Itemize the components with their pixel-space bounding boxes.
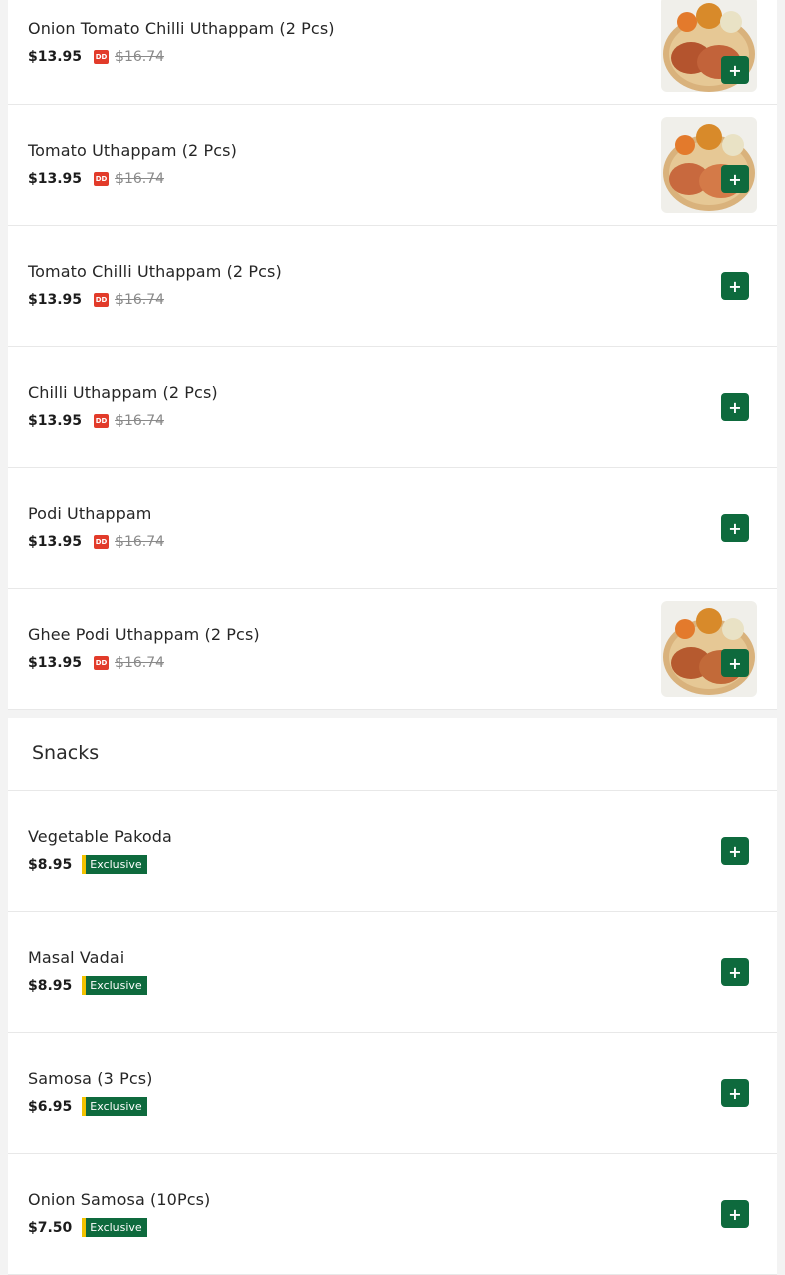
add-button[interactable]: +: [721, 514, 749, 542]
menu-item[interactable]: Ghee Podi Uthappam (2 Pcs) $13.95 DD $16…: [8, 589, 777, 710]
item-name: Tomato Chilli Uthappam (2 Pcs): [28, 262, 282, 281]
dd-badge: DD: [94, 293, 110, 307]
menu-item[interactable]: Tomato Uthappam (2 Pcs) $13.95 DD $16.74…: [8, 105, 777, 226]
item-price: $13.95: [28, 413, 83, 429]
item-price: $7.50: [28, 1219, 73, 1236]
price-row: $8.95 Exclusive: [28, 976, 147, 995]
plus-icon: +: [728, 1083, 742, 1103]
original-price: $16.74: [115, 49, 165, 65]
menu-item[interactable]: Podi Uthappam $13.95 DD $16.74 +: [8, 468, 777, 589]
item-name: Chilli Uthappam (2 Pcs): [28, 383, 218, 402]
menu-list: Onion Tomato Chilli Uthappam (2 Pcs) $13…: [8, 0, 777, 1275]
item-name: Samosa (3 Pcs): [28, 1069, 153, 1088]
menu-item[interactable]: Samosa (3 Pcs) $6.95 Exclusive +: [8, 1033, 777, 1154]
exclusive-badge: Exclusive: [82, 855, 147, 874]
item-price: $13.95: [28, 534, 83, 550]
add-button[interactable]: +: [721, 56, 749, 84]
item-name: Masal Vadai: [28, 948, 125, 967]
add-button[interactable]: +: [721, 958, 749, 986]
original-price: $16.74: [115, 171, 165, 187]
item-name: Vegetable Pakoda: [28, 827, 172, 846]
exclusive-badge: Exclusive: [82, 1218, 147, 1237]
plus-icon: +: [728, 397, 742, 417]
item-price: $8.95: [28, 977, 73, 994]
price-row: $13.95 DD $16.74: [28, 292, 164, 308]
price-row: $13.95 DD $16.74: [28, 534, 164, 550]
dd-badge: DD: [94, 535, 110, 549]
section-title: Snacks: [32, 742, 100, 764]
price-row: $13.95 DD $16.74: [28, 49, 164, 65]
item-name: Onion Tomato Chilli Uthappam (2 Pcs): [28, 19, 335, 38]
dd-badge: DD: [94, 656, 110, 670]
plus-icon: +: [728, 276, 742, 296]
add-button[interactable]: +: [721, 837, 749, 865]
menu-item[interactable]: Masal Vadai $8.95 Exclusive +: [8, 912, 777, 1033]
menu-item[interactable]: Onion Tomato Chilli Uthappam (2 Pcs) $13…: [8, 0, 777, 105]
item-price: $6.95: [28, 1098, 73, 1115]
item-price: $8.95: [28, 856, 73, 873]
item-price: $13.95: [28, 171, 83, 187]
plus-icon: +: [728, 60, 742, 80]
price-row: $6.95 Exclusive: [28, 1097, 147, 1116]
item-price: $13.95: [28, 655, 83, 671]
original-price: $16.74: [115, 534, 165, 550]
price-row: $8.95 Exclusive: [28, 855, 147, 874]
plus-icon: +: [728, 841, 742, 861]
add-button[interactable]: +: [721, 1079, 749, 1107]
dd-badge: DD: [94, 172, 110, 186]
price-row: $13.95 DD $16.74: [28, 655, 164, 671]
menu-item[interactable]: Chilli Uthappam (2 Pcs) $13.95 DD $16.74…: [8, 347, 777, 468]
plus-icon: +: [728, 653, 742, 673]
price-row: $7.50 Exclusive: [28, 1218, 147, 1237]
exclusive-badge: Exclusive: [82, 1097, 147, 1116]
price-row: $13.95 DD $16.74: [28, 413, 164, 429]
item-name: Ghee Podi Uthappam (2 Pcs): [28, 625, 260, 644]
plus-icon: +: [728, 1204, 742, 1224]
plus-icon: +: [728, 518, 742, 538]
item-name: Tomato Uthappam (2 Pcs): [28, 141, 237, 160]
item-name: Onion Samosa (10Pcs): [28, 1190, 211, 1209]
original-price: $16.74: [115, 413, 165, 429]
plus-icon: +: [728, 169, 742, 189]
item-price: $13.95: [28, 49, 83, 65]
item-name: Podi Uthappam: [28, 504, 152, 523]
add-button[interactable]: +: [721, 393, 749, 421]
original-price: $16.74: [115, 292, 165, 308]
price-row: $13.95 DD $16.74: [28, 171, 164, 187]
dd-badge: DD: [94, 414, 110, 428]
menu-item[interactable]: Tomato Chilli Uthappam (2 Pcs) $13.95 DD…: [8, 226, 777, 347]
dd-badge: DD: [94, 50, 110, 64]
add-button[interactable]: +: [721, 272, 749, 300]
item-price: $13.95: [28, 292, 83, 308]
menu-item[interactable]: Vegetable Pakoda $8.95 Exclusive +: [8, 791, 777, 912]
original-price: $16.74: [115, 655, 165, 671]
exclusive-badge: Exclusive: [82, 976, 147, 995]
menu-item[interactable]: Onion Samosa (10Pcs) $7.50 Exclusive +: [8, 1154, 777, 1275]
section-header-snacks: Snacks: [8, 718, 777, 791]
add-button[interactable]: +: [721, 165, 749, 193]
plus-icon: +: [728, 962, 742, 982]
add-button[interactable]: +: [721, 1200, 749, 1228]
add-button[interactable]: +: [721, 649, 749, 677]
